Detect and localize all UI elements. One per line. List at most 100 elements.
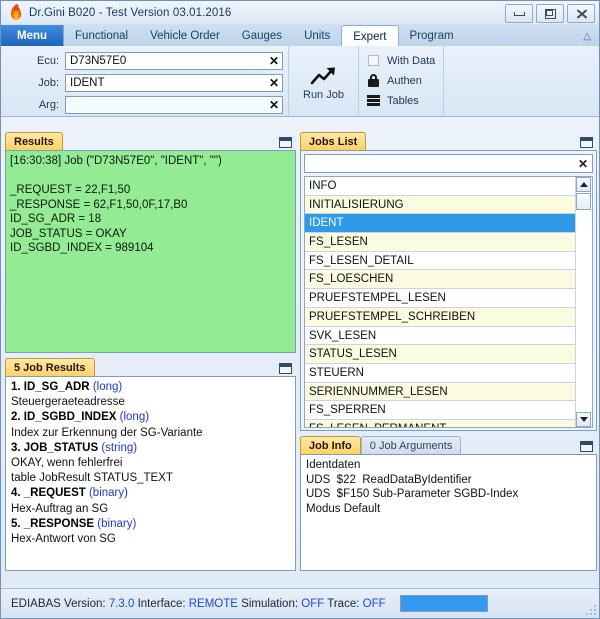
ecu-input[interactable]: D73N57E0 ✕	[65, 51, 283, 70]
arg-label: Arg:	[38, 98, 59, 111]
scrollbar-thumb[interactable]	[576, 193, 591, 210]
tab-expert[interactable]: Expert	[341, 25, 399, 47]
arg-input[interactable]: ✕	[65, 95, 283, 114]
ribbon-group-run: Run Job	[288, 46, 358, 116]
job-result-type: (binary)	[97, 517, 137, 530]
authen-label: Authen	[387, 74, 422, 87]
tab-functional[interactable]: Functional	[64, 25, 139, 46]
job-result-entry: 5. _RESPONSE (binary)	[11, 517, 290, 532]
close-button[interactable]	[567, 4, 595, 23]
job-info-panel: Job Info 0 Job Arguments Identdaten UDS …	[300, 435, 597, 571]
jobs-list-item[interactable]: PRUEFSTEMPEL_LESEN	[305, 289, 575, 308]
jobs-filter-clear-icon[interactable]: ✕	[574, 157, 592, 171]
results-panel: Results [16:30:38] Job ("D73N57E0", "IDE…	[5, 131, 296, 353]
job-info-text[interactable]: Identdaten UDS $22 ReadDataByIdentifier …	[300, 454, 597, 571]
trace-value: OFF	[362, 597, 386, 610]
tab-program[interactable]: Program	[399, 25, 465, 46]
tables-label: Tables	[387, 94, 419, 107]
ribbon-panel: Ecu: D73N57E0 ✕ Job: IDENT ✕ Arg: ✕ Run …	[1, 46, 599, 117]
with-data-toggle[interactable]: With Data	[359, 51, 443, 70]
job-info-panel-header: Job Info 0 Job Arguments	[300, 435, 597, 454]
jobs-filter-input[interactable]	[305, 156, 574, 171]
jobs-list-item[interactable]: FS_LOESCHEN	[305, 270, 575, 290]
jobs-list-item[interactable]: FS_SPERREN	[305, 401, 575, 420]
trace-label: Trace:	[327, 597, 360, 610]
with-data-label: With Data	[387, 54, 436, 67]
chevron-up-icon[interactable]: △	[583, 31, 591, 42]
tab-gauges[interactable]: Gauges	[231, 25, 293, 46]
jobs-listbox[interactable]: INFO INITIALISIERUNG IDENT FS_LESEN FS_LESEN…	[304, 176, 593, 428]
job-result-entry: 1. ID_SG_ADR (long)	[11, 380, 290, 395]
ecu-field-row: Ecu: D73N57E0 ✕	[5, 51, 288, 70]
jobs-list-item[interactable]: IDENT	[305, 214, 575, 234]
tab-job-info[interactable]: Job Info	[300, 436, 361, 454]
job-result-type: (string)	[101, 441, 138, 454]
arrow-up-icon[interactable]	[576, 177, 591, 192]
authen-button[interactable]: Authen	[359, 71, 443, 90]
arrow-down-icon[interactable]	[576, 412, 591, 427]
job-result-description: table JobResult STATUS_TEXT	[11, 472, 173, 485]
jobs-list-scrollbar[interactable]	[575, 177, 592, 427]
tab-job-arguments[interactable]: 0 Job Arguments	[360, 436, 462, 454]
restore-window-icon[interactable]	[279, 137, 292, 148]
job-result-name: 2. ID_SGBD_INDEX	[11, 411, 120, 424]
jobs-list-item[interactable]: PRUEFSTEMPEL_SCHREIBEN	[305, 307, 575, 327]
job-clear-icon[interactable]: ✕	[266, 77, 282, 89]
results-output[interactable]: [16:30:38] Job ("D73N57E0", "IDENT", "")…	[5, 150, 296, 353]
tables-button[interactable]: Tables	[359, 91, 443, 110]
maximize-button[interactable]	[536, 4, 564, 23]
restore-window-icon[interactable]	[580, 441, 593, 452]
jobs-list-item[interactable]: FS_LESEN_PERMANENT	[305, 419, 575, 427]
job-result-description: Steuergeraeteadresse	[11, 396, 125, 409]
jobs-list-item[interactable]: SVK_LESEN	[305, 326, 575, 346]
jobs-list-item[interactable]: STEUERN	[305, 363, 575, 383]
tab-results[interactable]: Results	[5, 132, 63, 150]
run-job-button[interactable]: Run Job	[289, 46, 358, 116]
job-results-panel-header: 5 Job Results	[5, 357, 296, 376]
jobs-list-item[interactable]: FS_LESEN	[305, 233, 575, 252]
tab-units[interactable]: Units	[293, 25, 341, 46]
menu-button[interactable]: Menu	[1, 25, 65, 46]
arg-clear-icon[interactable]: ✕	[266, 99, 282, 111]
job-input[interactable]: IDENT ✕	[65, 73, 283, 92]
jobs-filter[interactable]: ✕	[304, 154, 593, 173]
tab-jobs-list[interactable]: Jobs List	[300, 132, 367, 150]
job-result-name: 5. _RESPONSE	[11, 517, 98, 530]
ecu-clear-icon[interactable]: ✕	[266, 55, 282, 67]
window-controls	[505, 4, 595, 23]
resize-grip-icon[interactable]	[586, 605, 596, 615]
jobs-list-item[interactable]: STATUS_LESEN	[305, 345, 575, 364]
job-label: Job:	[38, 76, 59, 89]
ediabas-version-value: 7.3.0	[108, 597, 135, 610]
close-icon	[576, 9, 587, 18]
minimize-button[interactable]	[505, 4, 533, 23]
job-result-type: (long)	[119, 411, 150, 424]
job-results-list[interactable]: 1. ID_SG_ADR (long) Steuergeraeteadresse 2…	[5, 376, 296, 571]
tab-vehicle-order[interactable]: Vehicle Order	[139, 25, 231, 46]
job-result-description: Hex-Antwort von SG	[11, 533, 116, 546]
ribbon-group-fields: Ecu: D73N57E0 ✕ Job: IDENT ✕ Arg: ✕	[1, 46, 288, 116]
jobs-list-item[interactable]: FS_LESEN_DETAIL	[305, 251, 575, 271]
maximize-icon	[544, 8, 556, 19]
jobs-list-item[interactable]: INITIALISIERUNG	[305, 195, 575, 215]
restore-window-icon[interactable]	[580, 137, 593, 148]
ribbon-tabstrip: Menu Functional Vehicle Order Gauges Uni…	[1, 24, 599, 47]
job-result-name: 1. ID_SG_ADR	[11, 381, 93, 393]
job-field-row: Job: IDENT ✕	[5, 73, 288, 92]
interface-value: REMOTE	[188, 597, 238, 610]
simulation-label: Simulation:	[241, 597, 299, 610]
job-result-type: (long)	[92, 381, 123, 393]
job-value: IDENT	[70, 76, 105, 89]
jobs-list-item[interactable]: INFO	[305, 177, 575, 196]
jobs-list-panel-header: Jobs List	[300, 131, 597, 150]
job-results-panel: 5 Job Results 1. ID_SG_ADR (long) Steuerg…	[5, 357, 296, 571]
ribbon-group-empty	[443, 46, 599, 116]
job-result-description: Hex-Auftrag an SG	[11, 502, 109, 515]
results-panel-header: Results	[5, 131, 296, 150]
tab-job-results[interactable]: 5 Job Results	[5, 358, 95, 376]
job-result-name: 3. JOB_STATUS	[11, 441, 102, 454]
restore-window-icon[interactable]	[279, 363, 292, 374]
window-title: Dr.Gini B020 - Test Version 03.01.2016	[29, 6, 232, 19]
jobs-list-item[interactable]: SERIENNUMMER_LESEN	[305, 382, 575, 402]
job-result-entry: 4. _REQUEST (binary)	[11, 486, 290, 501]
